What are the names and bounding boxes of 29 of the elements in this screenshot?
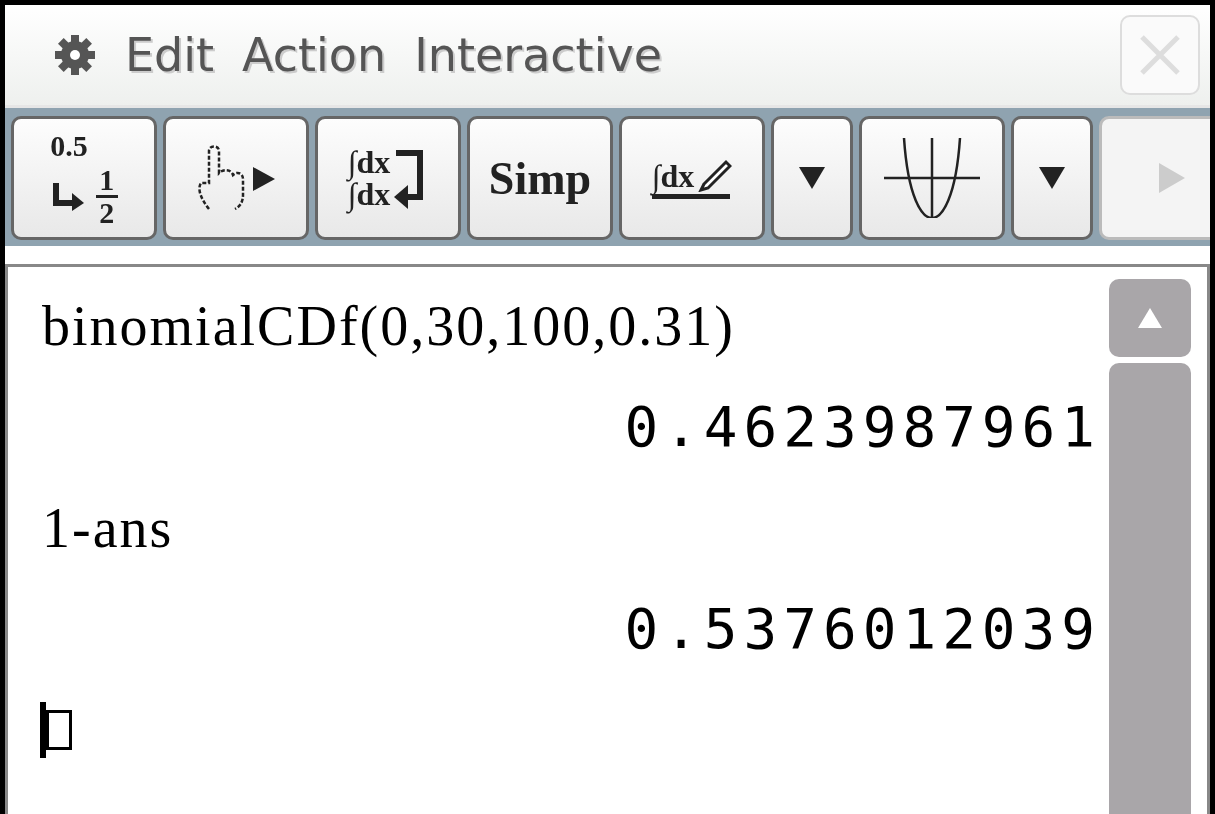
settings-icon[interactable] [53, 33, 97, 77]
dropdown-arrow-icon [799, 167, 825, 189]
toolbar-button[interactable] [1011, 116, 1093, 240]
result-value: 0.5376012039 [624, 596, 1101, 661]
toolbar-button[interactable]: ∫dx ∫dx [315, 116, 461, 240]
toolbar-button[interactable] [859, 116, 1005, 240]
toolbar-button[interactable] [163, 116, 309, 240]
dropdown-arrow-icon [1039, 167, 1065, 189]
pencil-icon [698, 157, 733, 192]
play-arrow-icon [1159, 163, 1185, 193]
graph-icon [882, 138, 982, 218]
toolbar-button[interactable] [771, 116, 853, 240]
scrollbar-track[interactable] [1109, 363, 1191, 814]
numerator: 1 [99, 164, 115, 195]
menu-item[interactable]: Action [242, 28, 387, 82]
toolbar-button[interactable]: Simp [467, 116, 613, 240]
arrow-icon [50, 181, 85, 211]
input-expression: binomialCDf(0,30,100,0.31) [42, 293, 735, 358]
denominator: 2 [99, 197, 115, 228]
toolbar-button[interactable]: ∫dx [619, 116, 765, 240]
result-value: 0.4623987961 [624, 394, 1101, 459]
input-expression: 1-ans [42, 495, 174, 560]
toolbar-button[interactable]: 0.5 1 2 [11, 116, 157, 240]
menu-item[interactable]: Edit [125, 28, 215, 82]
decimal-label: 0.5 [50, 128, 88, 163]
up-arrow-icon [1138, 308, 1162, 328]
close-icon [1138, 33, 1182, 77]
menu-item[interactable]: Interactive [414, 28, 662, 82]
input-field[interactable] [40, 701, 72, 758]
